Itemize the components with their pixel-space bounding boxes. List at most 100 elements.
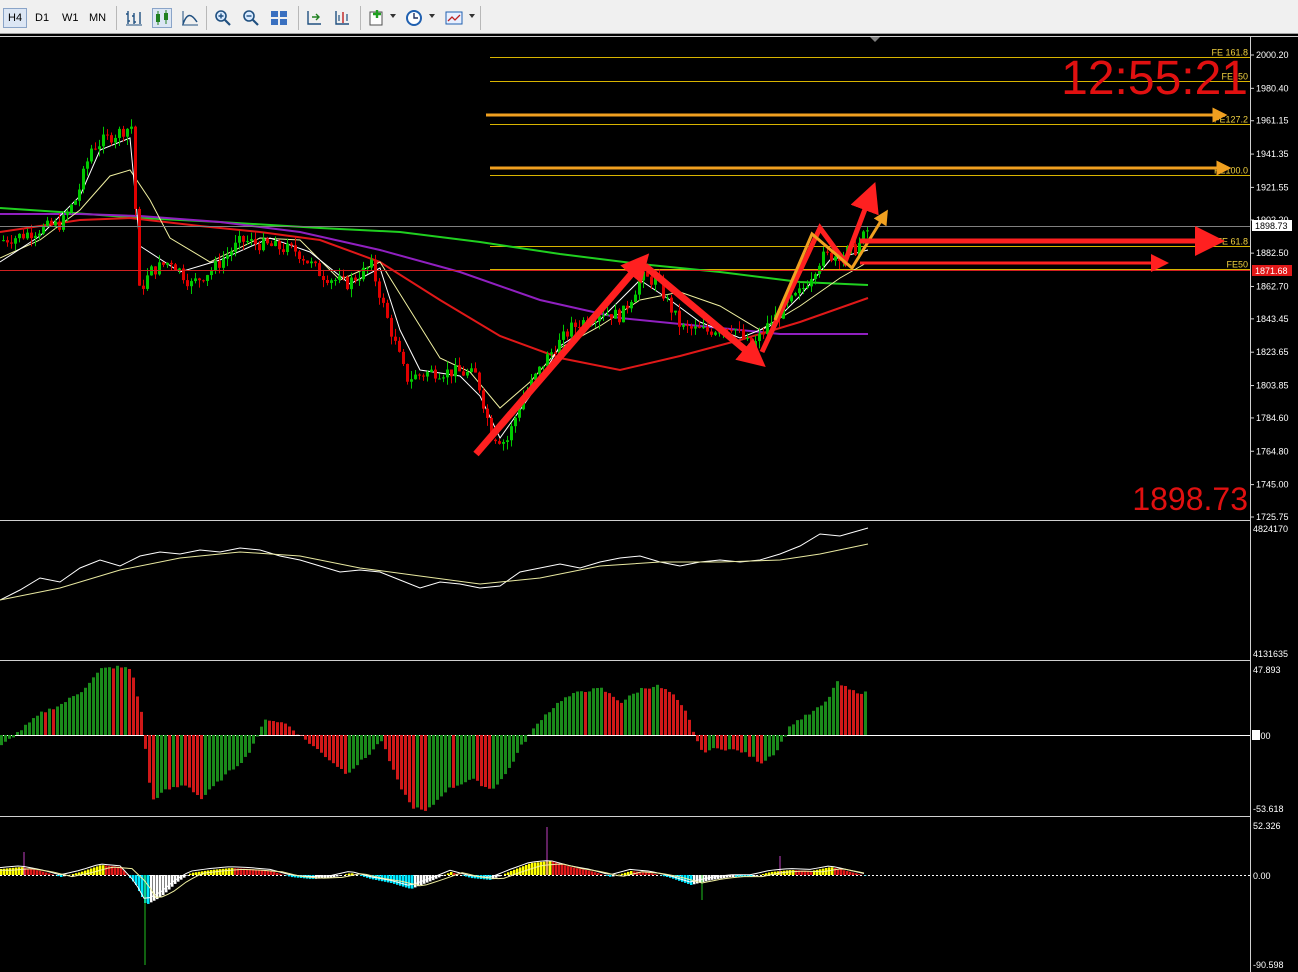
osc-bar	[780, 735, 783, 742]
osc-bar	[104, 667, 107, 735]
candle-down	[610, 314, 613, 319]
osc-bar	[520, 735, 523, 745]
candle-up	[630, 302, 633, 309]
candle-down	[30, 232, 33, 239]
periods-dropdown-arrow[interactable]	[429, 14, 435, 18]
macd-bar	[6, 868, 9, 875]
macd-bar	[147, 875, 150, 904]
osc-bar	[228, 735, 231, 771]
tile-windows-icon[interactable]	[270, 9, 288, 27]
chart-shift-icon[interactable]	[333, 9, 351, 27]
autoscroll-icon[interactable]	[305, 9, 323, 27]
candle-down	[142, 285, 145, 289]
candle-up	[238, 235, 241, 243]
zoom-in-icon[interactable]	[214, 9, 232, 27]
osc-bar	[408, 735, 411, 803]
osc-bar	[40, 711, 43, 735]
macd-bar	[219, 869, 222, 875]
candle-down	[730, 330, 733, 332]
candle-down	[390, 317, 393, 337]
osc-bar	[88, 682, 91, 735]
price-tick-label: 1843.45	[1256, 314, 1289, 324]
osc-bar	[196, 735, 199, 796]
osc-bar	[336, 735, 339, 767]
candle-up	[538, 366, 541, 374]
osc-bar	[460, 735, 463, 785]
candle-down	[566, 331, 569, 337]
osc-bar	[652, 686, 655, 735]
templates-dropdown-arrow[interactable]	[469, 14, 475, 18]
macd-bar	[624, 872, 627, 875]
templates-icon[interactable]	[445, 9, 463, 27]
macd-bar	[843, 870, 846, 875]
osc-bar	[860, 693, 863, 735]
candle-up	[410, 379, 413, 382]
candle-up	[350, 277, 353, 290]
candle-up	[802, 288, 805, 290]
candle-up	[358, 279, 361, 281]
indicators-icon[interactable]	[368, 9, 386, 27]
candle-down	[394, 336, 397, 341]
osc-bar	[400, 735, 403, 790]
osc-bar	[412, 735, 415, 809]
macd-bar	[537, 862, 540, 875]
candle-up	[334, 279, 337, 281]
macd-bar	[30, 869, 33, 875]
chart-area[interactable]: FE 161.8FE150FE127.2FE100.0FE 61.8FE50 1…	[0, 34, 1298, 972]
osc-bar	[796, 720, 799, 735]
osc-bar	[120, 667, 123, 735]
osc-bar	[164, 735, 167, 790]
bar-chart-icon[interactable]	[125, 9, 143, 27]
candle-up	[158, 262, 161, 275]
osc-bar	[668, 691, 671, 735]
osc-bar	[804, 714, 807, 735]
candle-down	[670, 297, 673, 313]
candle-up	[310, 261, 313, 264]
osc-bar	[852, 690, 855, 735]
timeframe-h4-button[interactable]: H4	[3, 8, 28, 28]
macd-bar	[399, 875, 402, 886]
line-chart-icon[interactable]	[181, 9, 199, 27]
candle-up	[470, 368, 473, 372]
osc-bar	[588, 691, 591, 735]
macd-bar	[699, 875, 702, 883]
macd-bar	[267, 870, 270, 875]
timeframe-d1-button[interactable]: D1	[31, 9, 53, 27]
toolbar-separator	[480, 6, 481, 30]
osc-bar	[608, 693, 611, 735]
osc-bar	[240, 735, 243, 763]
macd-bar	[561, 864, 564, 875]
candle-up	[250, 239, 253, 241]
candle-down	[402, 351, 405, 364]
osc-bar	[456, 735, 459, 786]
candle-down	[450, 369, 453, 377]
periods-clock-icon[interactable]	[405, 9, 423, 27]
macd-bar	[360, 875, 363, 876]
macd-bar	[846, 871, 849, 875]
candle-up	[834, 256, 837, 261]
timeframe-mn-button[interactable]: MN	[85, 9, 110, 27]
candle-up	[18, 233, 21, 239]
candle-down	[686, 324, 689, 327]
osc-bar	[108, 667, 111, 735]
osc-bar	[544, 714, 547, 735]
macd-bar	[405, 875, 408, 888]
zoom-out-icon[interactable]	[242, 9, 260, 27]
osc-bar	[440, 735, 443, 797]
osc-bar	[680, 705, 683, 735]
osc-bar	[284, 723, 287, 735]
indicators-dropdown-arrow[interactable]	[390, 14, 396, 18]
osc-bar	[792, 724, 795, 735]
macd-bar	[576, 868, 579, 875]
osc-bar	[864, 691, 867, 735]
candle-down	[290, 243, 293, 246]
candlestick-icon[interactable]	[152, 8, 172, 28]
candle-down	[398, 340, 401, 352]
osc-bar	[428, 735, 431, 808]
chart-toolbar: H4 D1 W1 MN	[0, 0, 1298, 34]
macd-bar	[12, 867, 15, 875]
macd-bar	[408, 875, 411, 889]
macd-bar	[831, 867, 834, 875]
candle-up	[114, 137, 117, 143]
timeframe-w1-button[interactable]: W1	[58, 9, 83, 27]
